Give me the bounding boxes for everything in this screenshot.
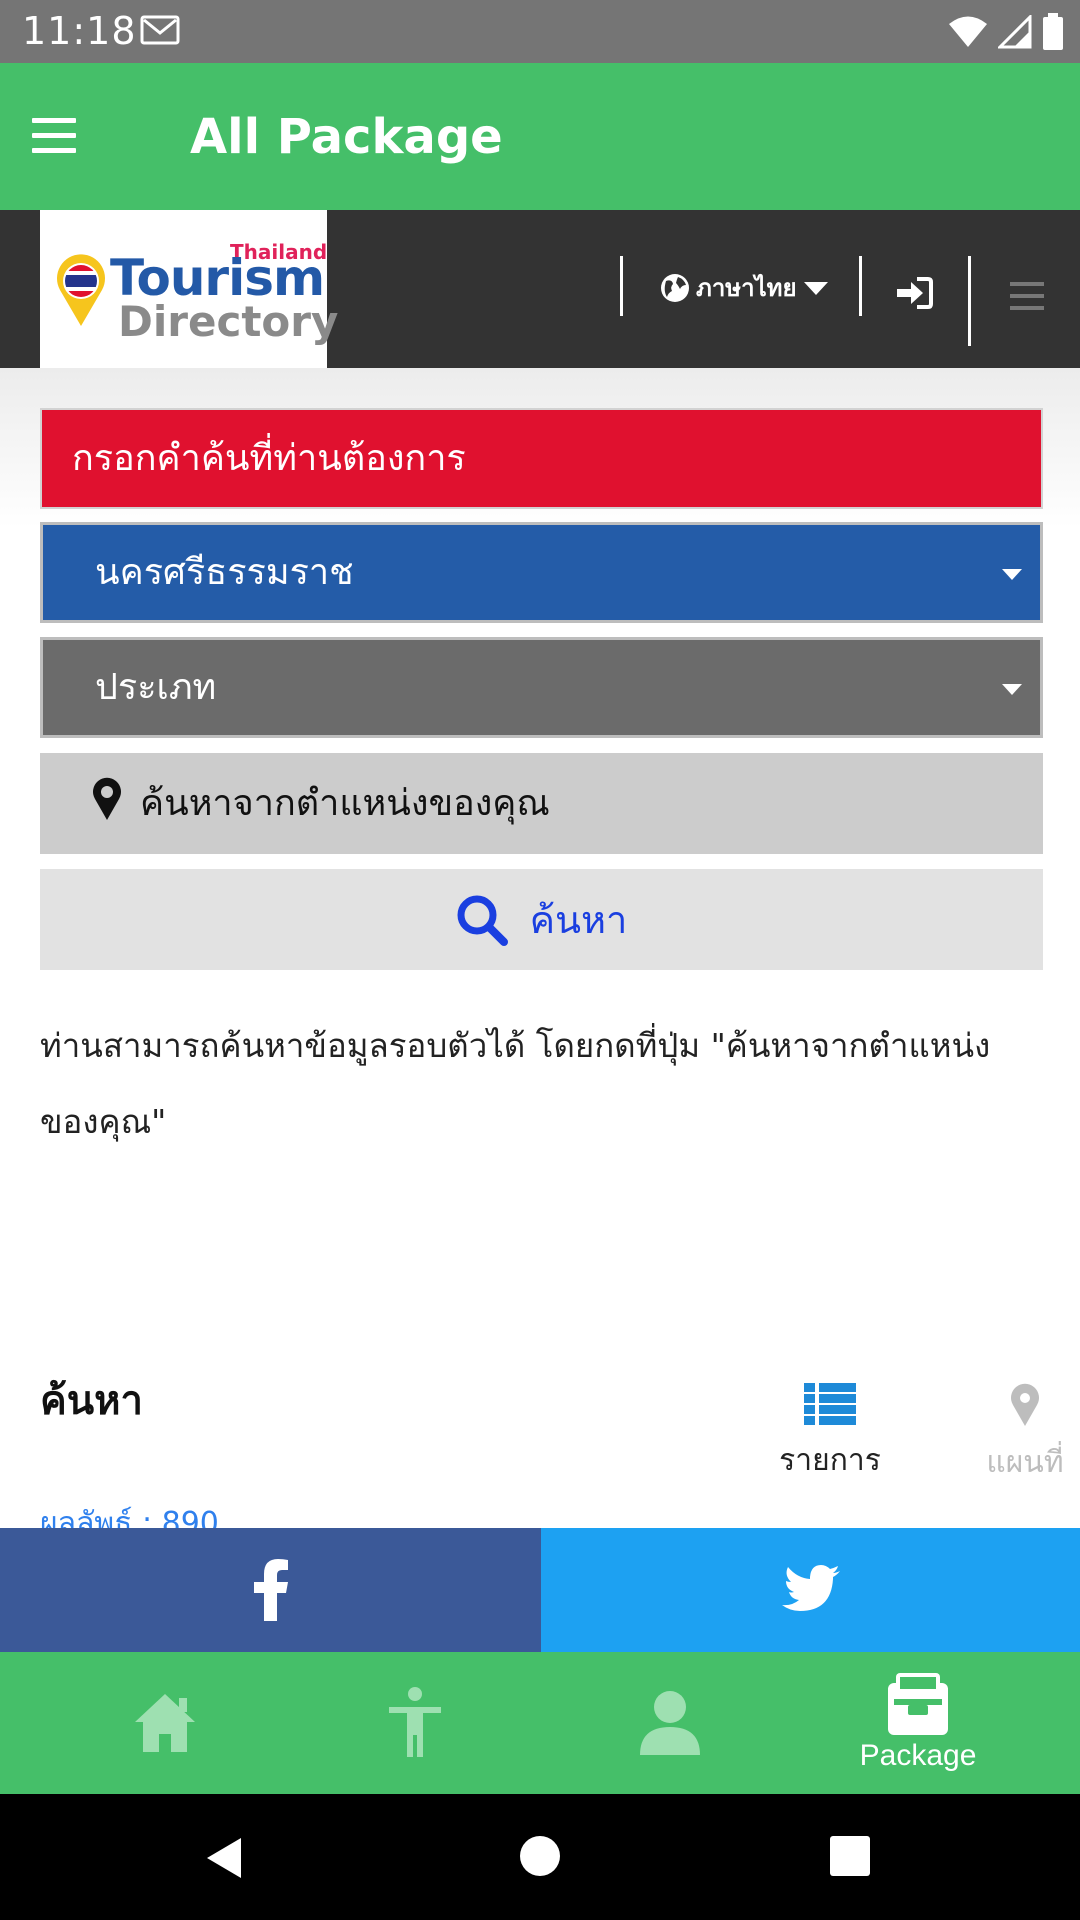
thai-flag-pin-icon	[56, 254, 105, 326]
header-divider	[968, 256, 971, 346]
province-select[interactable]: นครศรีธรรมราช	[40, 522, 1043, 623]
nav-profile[interactable]	[535, 1652, 805, 1794]
recents-square-icon[interactable]	[830, 1836, 870, 1876]
tourism-directory-logo[interactable]: Thailand Tourism Directory	[40, 210, 338, 368]
map-marker-icon	[1011, 1383, 1039, 1426]
search-hint-text: ท่านสามารถค้นหาข้อมูลรอบตัวได้ โดยกดที่ป…	[40, 1026, 991, 1141]
list-view-label: รายการ	[779, 1443, 881, 1478]
category-select[interactable]: ประเภท	[40, 637, 1043, 738]
category-selected-value: ประเภท	[95, 667, 217, 708]
twitter-share-button[interactable]	[541, 1528, 1080, 1652]
package-icon	[888, 1673, 948, 1735]
facebook-share-button[interactable]	[0, 1528, 541, 1652]
nav-activities[interactable]	[280, 1652, 550, 1794]
status-time: 11:18	[22, 9, 137, 53]
search-nearby-label: ค้นหาจากตำแหน่งของคุณ	[140, 783, 550, 824]
keyword-search-input[interactable]: กรอกคำค้นที่ท่านต้องการ	[40, 408, 1043, 509]
nav-package-label: Package	[859, 1739, 977, 1772]
search-nearby-button[interactable]: ค้นหาจากตำแหน่งของคุณ	[40, 753, 1043, 854]
user-profile-icon	[640, 1691, 700, 1755]
map-marker-icon	[93, 777, 121, 820]
gmail-icon	[140, 15, 180, 45]
android-navigation-bar	[0, 1794, 1080, 1920]
search-button-label: ค้นหา	[529, 898, 628, 942]
app-bar-title: All Package	[190, 109, 503, 165]
search-icon	[457, 895, 508, 946]
list-view-toggle[interactable]: รายการ	[775, 1383, 885, 1484]
header-divider	[620, 256, 623, 316]
nav-package[interactable]: Package	[783, 1652, 1053, 1794]
nav-home[interactable]	[30, 1652, 300, 1794]
battery-icon	[1043, 13, 1063, 50]
globe-icon	[661, 273, 689, 302]
login-icon[interactable]	[895, 276, 933, 310]
share-bar	[0, 1528, 1080, 1652]
status-bar: 11:18	[0, 0, 1080, 63]
cellular-signal-icon	[998, 15, 1032, 49]
bottom-navigation: Package	[0, 1652, 1080, 1794]
facebook-icon	[253, 1559, 288, 1621]
back-icon[interactable]	[205, 1836, 243, 1880]
home-icon	[135, 1694, 195, 1752]
app-bar: All Package	[0, 63, 1080, 210]
twitter-icon	[781, 1565, 840, 1611]
logo-directory-text: Directory	[118, 297, 339, 346]
search-panel: กรอกคำค้นที่ท่านต้องการ นครศรีธรรมราช ปร…	[0, 368, 1080, 1541]
search-button[interactable]: ค้นหา	[40, 869, 1043, 970]
person-activity-icon	[389, 1687, 441, 1757]
site-header: Thailand Tourism Directory ภาษาไทย	[0, 210, 1080, 368]
caret-down-icon	[803, 281, 828, 295]
results-heading: ค้นหา	[40, 1378, 143, 1424]
language-label: ภาษาไทย	[696, 274, 797, 302]
map-view-toggle[interactable]: แผนที่	[960, 1383, 1080, 1486]
dropdown-arrow-icon	[1002, 684, 1022, 695]
list-icon	[804, 1383, 856, 1425]
language-selector[interactable]: ภาษาไทย	[660, 268, 829, 307]
system-icons	[948, 12, 1064, 52]
home-circle-icon[interactable]	[520, 1836, 560, 1876]
hamburger-menu-icon[interactable]	[32, 118, 76, 154]
menu-icon[interactable]	[1010, 282, 1044, 318]
header-divider	[859, 256, 862, 316]
map-view-label: แผนที่	[986, 1445, 1064, 1480]
province-selected-value: นครศรีธรรมราช	[95, 552, 354, 593]
wifi-icon	[949, 16, 987, 47]
dropdown-arrow-icon	[1002, 569, 1022, 580]
